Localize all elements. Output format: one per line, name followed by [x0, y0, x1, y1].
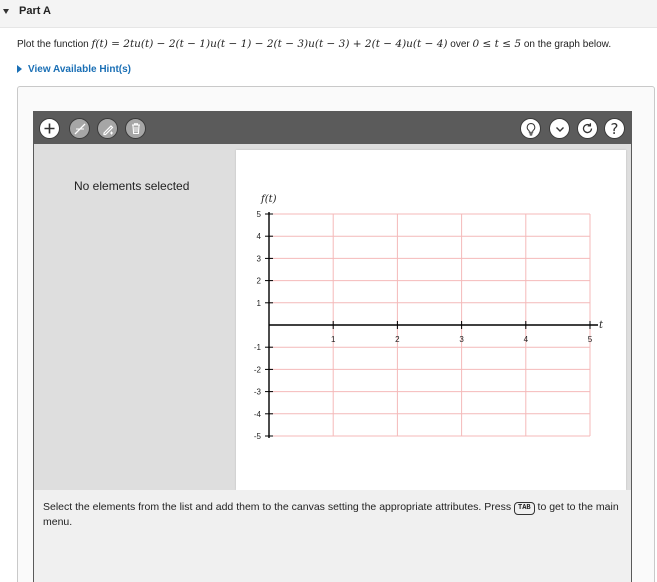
y-tick-label: -3 — [254, 388, 262, 397]
help-label: ? — [610, 119, 619, 138]
x-tick-label: 4 — [524, 335, 529, 344]
element-side-panel: No elements selected — [34, 144, 235, 490]
trash-icon[interactable] — [125, 118, 146, 139]
part-title: Part A — [19, 5, 51, 17]
y-tick-label: -2 — [254, 365, 262, 374]
y-tick-label: -4 — [254, 410, 262, 419]
caret-right-icon — [17, 65, 22, 73]
x-tick-label: 5 — [588, 335, 593, 344]
part-header[interactable]: Part A — [0, 0, 657, 28]
x-axis-label: t — [599, 320, 604, 331]
y-tick-label: 3 — [257, 254, 262, 263]
graphing-tool: ? No elements selected 1 2 3 4 5 5 4 3 2 1 -1 -2 -3 -… — [33, 111, 632, 582]
y-tick-label: 2 — [257, 277, 262, 286]
selection-status: No elements selected — [74, 179, 190, 193]
graph-svg[interactable]: 1 2 3 4 5 5 4 3 2 1 -1 -2 -3 -4 -5 f(t) t — [236, 150, 626, 490]
instructions-before: Select the elements from the list and ad… — [43, 501, 515, 513]
line-tool-icon[interactable] — [69, 118, 90, 139]
tab-key-badge: TAB — [514, 502, 535, 515]
x-tick-label: 1 — [331, 335, 336, 344]
help-icon[interactable]: ? — [604, 118, 625, 139]
graph-canvas[interactable]: 1 2 3 4 5 5 4 3 2 1 -1 -2 -3 -4 -5 f(t) t — [236, 150, 626, 490]
problem-prompt: Plot the function f(t) = 2tu(t) − 2(t − … — [17, 38, 611, 50]
chevron-down-icon[interactable] — [549, 118, 570, 139]
reset-icon[interactable] — [577, 118, 598, 139]
prompt-lead: Plot the function — [17, 39, 92, 50]
collapse-caret-icon[interactable] — [3, 9, 9, 14]
x-tick-label: 2 — [395, 335, 400, 344]
view-hints-label: View Available Hint(s) — [28, 64, 131, 75]
lightbulb-icon[interactable] — [520, 118, 541, 139]
y-tick-label: -1 — [254, 343, 262, 352]
view-hints-link[interactable]: View Available Hint(s) — [17, 64, 131, 75]
accessibility-instructions: Select the elements from the list and ad… — [34, 490, 631, 582]
prompt-tail: on the graph below. — [521, 39, 612, 50]
y-tick-label: 5 — [257, 210, 262, 219]
x-tick-label: 3 — [459, 335, 464, 344]
prompt-function: f(t) = 2tu(t) − 2(t − 1)u(t − 1) − 2(t −… — [91, 38, 448, 50]
prompt-mid: over — [447, 39, 473, 50]
edit-tool-icon[interactable] — [97, 118, 118, 139]
y-tick-label: 1 — [257, 299, 262, 308]
y-tick-label: 4 — [257, 232, 262, 241]
y-tick-label: -5 — [254, 432, 262, 441]
graph-toolbar: ? — [34, 112, 631, 144]
prompt-range: 0 ≤ t ≤ 5 — [472, 38, 522, 50]
add-icon[interactable] — [39, 118, 60, 139]
y-axis-label: f(t) — [260, 194, 277, 205]
